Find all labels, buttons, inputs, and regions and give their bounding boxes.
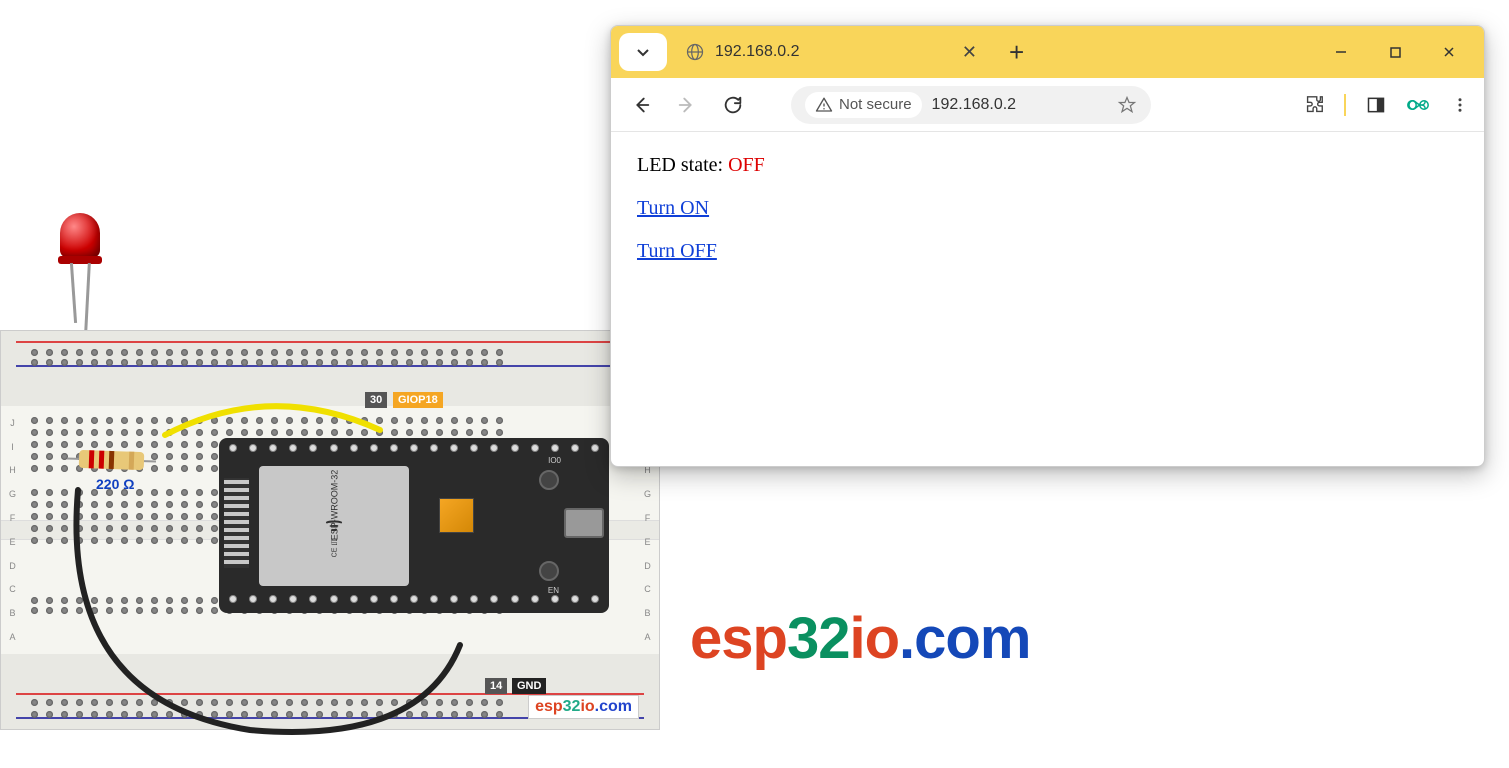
resistor-label: 220 Ω bbox=[96, 476, 134, 492]
tab-title: 192.168.0.2 bbox=[715, 43, 948, 61]
tab-close-button[interactable]: ✕ bbox=[958, 42, 981, 63]
giop18-label: GIOP18 bbox=[393, 392, 443, 408]
esp32-chip-icon bbox=[439, 498, 474, 533]
webpage-content: LED state: OFF Turn ON Turn OFF bbox=[611, 132, 1484, 305]
turn-off-link[interactable]: Turn OFF bbox=[637, 240, 717, 262]
close-icon bbox=[1442, 45, 1456, 59]
maximize-button[interactable] bbox=[1368, 28, 1422, 76]
en-button bbox=[539, 561, 559, 581]
toolbar-divider bbox=[1344, 94, 1346, 116]
arduino-extension-icon[interactable] bbox=[1406, 93, 1430, 117]
io0-button bbox=[539, 470, 559, 490]
close-window-button[interactable] bbox=[1422, 28, 1476, 76]
red-led bbox=[60, 213, 110, 303]
breadboard: document.write((function(){let s='';cons… bbox=[0, 330, 660, 730]
maximize-icon bbox=[1389, 46, 1402, 59]
resistor-220ohm bbox=[79, 450, 145, 470]
url-text: 192.168.0.2 bbox=[932, 96, 1107, 114]
pin-14-label: 14 bbox=[485, 678, 507, 694]
usb-port-icon bbox=[564, 508, 604, 538]
turn-on-link[interactable]: Turn ON bbox=[637, 197, 709, 219]
sidepanel-icon bbox=[1366, 95, 1386, 115]
gnd-label: GND bbox=[512, 678, 546, 694]
bookmark-star-icon[interactable] bbox=[1117, 95, 1137, 115]
led-state-text: LED state: OFF bbox=[637, 154, 1458, 177]
minimize-icon bbox=[1334, 45, 1348, 59]
breadboard-circuit: document.write((function(){let s='';cons… bbox=[0, 190, 660, 760]
chevron-down-icon bbox=[635, 44, 651, 60]
browser-tab[interactable]: 192.168.0.2 ✕ bbox=[673, 33, 993, 71]
kebab-icon bbox=[1451, 96, 1469, 114]
reload-button[interactable] bbox=[715, 87, 751, 123]
esp32-shield: ESP-WROOM-32 ᯤ CE ㋏ bbox=[259, 466, 409, 586]
side-panel-button[interactable] bbox=[1364, 93, 1388, 117]
extensions-button[interactable] bbox=[1302, 93, 1326, 117]
arrow-left-icon bbox=[630, 94, 652, 116]
puzzle-icon bbox=[1303, 94, 1325, 116]
arrow-right-icon bbox=[676, 94, 698, 116]
menu-button[interactable] bbox=[1448, 93, 1472, 117]
new-tab-button[interactable]: + bbox=[999, 37, 1034, 68]
address-bar: Not secure 192.168.0.2 bbox=[611, 78, 1484, 132]
minimize-button[interactable] bbox=[1314, 28, 1368, 76]
globe-icon bbox=[685, 42, 705, 62]
esp32-board: for(let i=0;i<19;i++)document.write('<di… bbox=[219, 438, 609, 613]
browser-window: 192.168.0.2 ✕ + Not secure 192.168.0.2 bbox=[610, 25, 1485, 467]
breadboard-watermark: esp32io.com bbox=[528, 695, 639, 719]
security-chip[interactable]: Not secure bbox=[805, 92, 922, 118]
forward-button[interactable] bbox=[669, 87, 705, 123]
pin-30-label: 30 bbox=[365, 392, 387, 408]
led-state-value: OFF bbox=[728, 154, 765, 176]
back-button[interactable] bbox=[623, 87, 659, 123]
infinity-icon bbox=[1406, 96, 1430, 114]
io0-label: IO0 bbox=[548, 456, 561, 465]
reload-icon bbox=[722, 94, 744, 116]
warning-icon bbox=[815, 96, 833, 114]
omnibox[interactable]: Not secure 192.168.0.2 bbox=[791, 86, 1151, 124]
tab-bar: 192.168.0.2 ✕ + bbox=[611, 26, 1484, 78]
tab-search-button[interactable] bbox=[619, 33, 667, 71]
en-label: EN bbox=[548, 586, 559, 595]
site-logo: esp32io.com bbox=[690, 605, 1030, 672]
